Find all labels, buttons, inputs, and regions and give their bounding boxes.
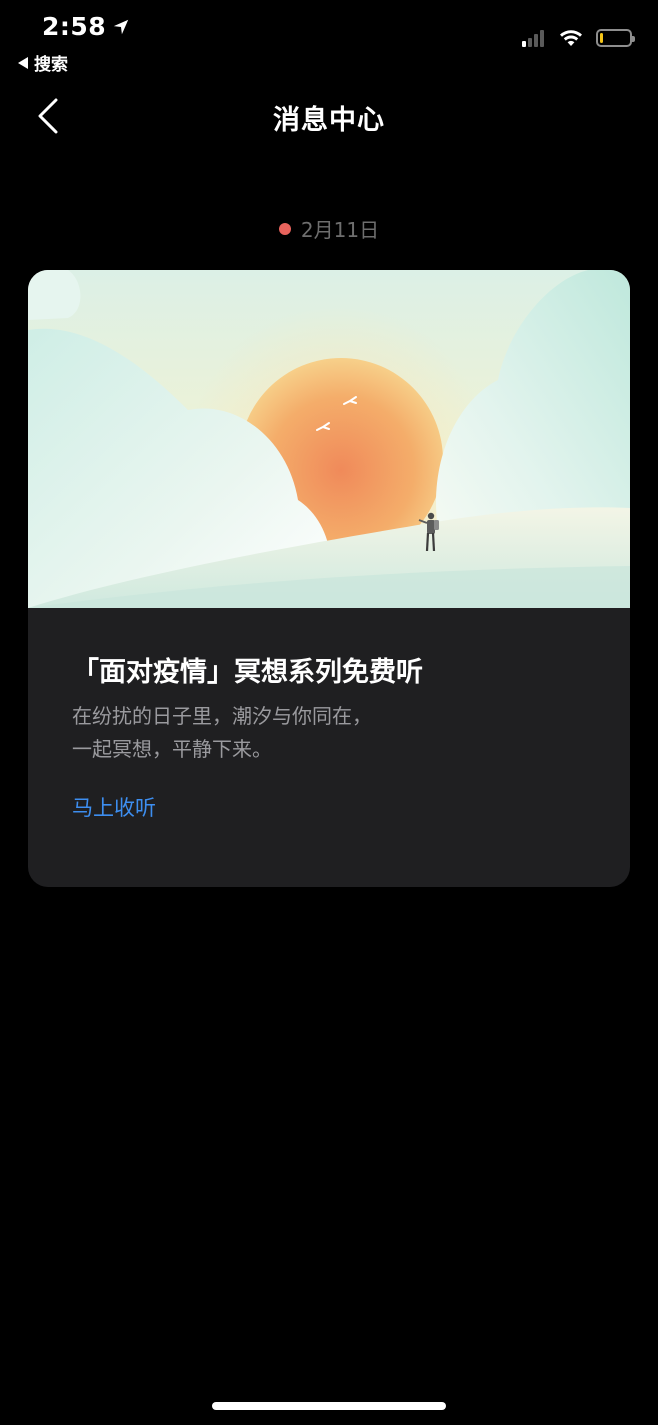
message-title: 「面对疫情」冥想系列免费听	[72, 657, 423, 688]
message-card[interactable]: 「面对疫情」冥想系列免费听 在纷扰的日子里，潮汐与你同在， 一起冥想，平静下来。…	[28, 270, 630, 887]
message-description: 在纷扰的日子里，潮汐与你同在， 一起冥想，平静下来。	[72, 700, 372, 766]
listen-now-link[interactable]: 马上收听	[72, 792, 156, 822]
battery-level	[600, 33, 603, 43]
back-triangle-icon	[18, 56, 28, 69]
page-title: 消息中心	[273, 105, 385, 136]
signal-bar	[534, 34, 538, 47]
signal-bar	[528, 38, 532, 47]
status-time-text: 2:58	[42, 12, 107, 41]
message-description-line: 一起冥想，平静下来。	[72, 737, 272, 761]
signal-bar	[522, 41, 526, 47]
wifi-icon	[560, 30, 582, 46]
status-indicators	[522, 28, 635, 48]
unread-dot	[278, 222, 291, 235]
signal-bar	[540, 30, 544, 47]
home-indicator[interactable]	[212, 1402, 446, 1410]
back-app-label: 搜索	[34, 55, 68, 75]
sunrise-meditation-illustration	[28, 270, 630, 608]
status-time: 2:58	[42, 12, 130, 41]
cellular-signal-icon	[522, 29, 546, 47]
message-date: 2月11日	[0, 214, 658, 243]
message-description-line: 在纷扰的日子里，潮汐与你同在，	[72, 704, 372, 728]
battery-icon	[596, 29, 635, 47]
message-date-text: 2月11日	[300, 218, 380, 242]
back-to-search-button[interactable]: 搜索	[18, 50, 68, 75]
location-arrow-icon	[113, 19, 129, 34]
